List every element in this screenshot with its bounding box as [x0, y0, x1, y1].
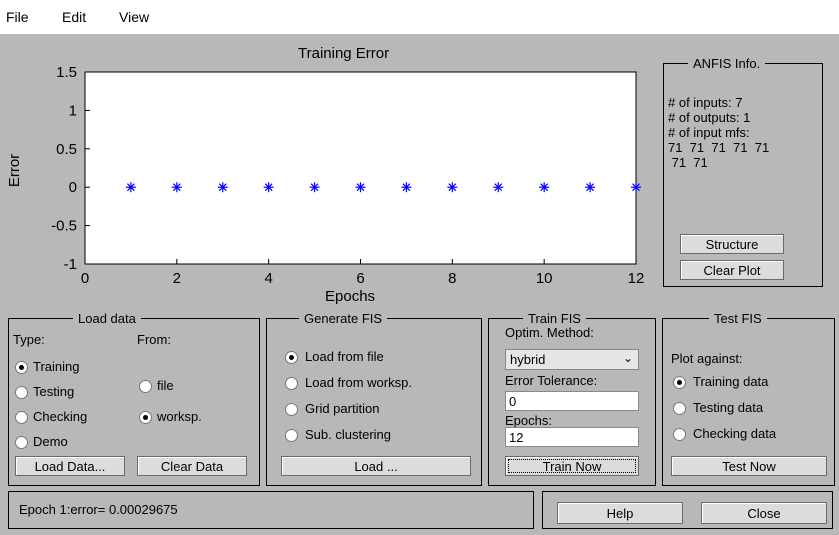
- source-workspace-label: worksp.: [157, 409, 202, 424]
- data-point: [631, 182, 641, 193]
- option-load-from-file: Load from file: [305, 349, 384, 364]
- test-fis-panel: Test FIS Plot against: Training data Tes…: [662, 311, 835, 486]
- type-testing-label: Testing: [33, 384, 75, 399]
- data-point: [171, 182, 182, 193]
- generate-fis-panel: Generate FIS Load from file Load from wo…: [266, 311, 482, 486]
- train-fis-panel: Train FIS Optim. Method: hybrid ⌄ Error …: [488, 311, 656, 486]
- x-tick-label: 2: [173, 270, 181, 287]
- status-message: Epoch 1:error= 0.00029675: [19, 502, 178, 517]
- training-data-label: Training data: [693, 374, 769, 389]
- menu-file[interactable]: File: [6, 9, 29, 25]
- optim-method-value: hybrid: [510, 352, 546, 367]
- clear-data-button[interactable]: Clear Data: [137, 456, 247, 476]
- plot-area: [84, 71, 637, 265]
- close-button[interactable]: Close: [701, 502, 827, 524]
- type-checking-label: Checking: [33, 409, 88, 424]
- anfis-info-line: # of inputs: 7: [668, 95, 743, 110]
- menu-view[interactable]: View: [119, 9, 149, 25]
- type-label: Type:: [13, 332, 45, 347]
- x-tick-label: 6: [356, 270, 364, 287]
- y-tick-label: 1.5: [56, 64, 77, 81]
- train-fis-title: Train FIS: [523, 311, 586, 326]
- menu-bar: File Edit View: [0, 0, 839, 34]
- x-tick-label: 4: [264, 270, 272, 287]
- radio-type-checking[interactable]: [15, 411, 28, 424]
- radio-testing-data[interactable]: [673, 402, 686, 415]
- data-point: [217, 182, 228, 193]
- status-panel: Epoch 1:error= 0.00029675: [8, 491, 534, 529]
- y-tick-label: -0.5: [51, 218, 77, 235]
- anfis-info-line: 71 71: [668, 155, 708, 170]
- x-tick-label: 12: [628, 270, 645, 287]
- data-point: [309, 182, 320, 193]
- x-tick-label: 8: [448, 270, 456, 287]
- radio-source-file[interactable]: [139, 380, 152, 393]
- radio-type-demo[interactable]: [15, 436, 28, 449]
- error-tolerance-input[interactable]: [505, 391, 639, 411]
- data-point: [493, 182, 504, 193]
- radio-training-data[interactable]: [673, 376, 686, 389]
- y-tick-label: 0.5: [56, 141, 77, 158]
- anfis-info-panel: ANFIS Info. # of inputs: 7 # of outputs: …: [663, 56, 823, 287]
- test-fis-title: Test FIS: [709, 311, 767, 326]
- data-point: [263, 182, 274, 193]
- train-now-button[interactable]: Train Now: [505, 456, 639, 476]
- optim-method-select[interactable]: hybrid ⌄: [505, 349, 639, 370]
- option-load-from-workspace: Load from worksp.: [305, 375, 412, 390]
- data-point: [355, 182, 366, 193]
- radio-checking-data[interactable]: [673, 428, 686, 441]
- from-label: From:: [137, 332, 171, 347]
- anfis-info-line: 71 71 71 71 71: [668, 140, 770, 155]
- testing-data-label: Testing data: [693, 400, 764, 415]
- option-sub-clustering: Sub. clustering: [305, 427, 391, 442]
- epochs-input[interactable]: [505, 427, 639, 447]
- chevron-down-icon: ⌄: [622, 351, 633, 365]
- type-demo-label: Demo: [33, 434, 68, 449]
- anfis-editor-window: Training Error Error Epochs 1.5 1 0.5 0 -0.5…: [0, 34, 839, 535]
- load-data-button[interactable]: Load Data...: [15, 456, 125, 476]
- anfis-info-text: # of inputs: 7 # of outputs: 1 # of input …: [668, 95, 769, 170]
- radio-load-from-workspace[interactable]: [285, 377, 298, 390]
- training-error-plot: 1.510.50-0.5-10 2 4 6 8 10 12: [51, 64, 645, 287]
- load-data-title: Load data: [73, 311, 141, 326]
- x-tick-label: 0: [81, 270, 89, 287]
- error-tolerance-label: Error Tolerance:: [505, 373, 598, 388]
- clear-plot-button[interactable]: Clear Plot: [680, 260, 784, 280]
- source-file-label: file: [157, 378, 174, 393]
- help-button[interactable]: Help: [557, 502, 683, 524]
- option-grid-partition: Grid partition: [305, 401, 380, 416]
- bottom-buttons-panel: Help Close: [542, 491, 833, 529]
- anfis-info-line: # of input mfs:: [668, 125, 750, 140]
- y-tick-label: 1: [69, 102, 77, 119]
- load-data-panel: Load data Type: From: Training Testing C…: [8, 311, 260, 486]
- structure-button[interactable]: Structure: [680, 234, 784, 254]
- load-fis-button[interactable]: Load ...: [281, 456, 471, 476]
- data-point: [447, 182, 458, 193]
- y-tick-label: -1: [64, 256, 77, 273]
- generate-fis-title: Generate FIS: [299, 311, 388, 326]
- anfis-info-title: ANFIS Info.: [688, 56, 766, 71]
- radio-type-training[interactable]: [15, 361, 28, 374]
- data-point: [401, 182, 412, 193]
- anfis-info-line: # of outputs: 1: [668, 110, 751, 125]
- menu-edit[interactable]: Edit: [62, 9, 86, 25]
- type-training-label: Training: [33, 359, 80, 374]
- radio-grid-partition[interactable]: [285, 403, 298, 416]
- radio-source-workspace[interactable]: [139, 411, 152, 424]
- data-point: [125, 182, 136, 193]
- data-point: [585, 182, 596, 193]
- radio-load-from-file[interactable]: [285, 351, 298, 364]
- epochs-label: Epochs:: [505, 413, 552, 428]
- y-tick-label: 0: [69, 179, 77, 196]
- optim-method-label: Optim. Method:: [505, 325, 594, 340]
- data-point: [539, 182, 550, 193]
- checking-data-label: Checking data: [693, 426, 777, 441]
- radio-sub-clustering[interactable]: [285, 429, 298, 442]
- test-now-button[interactable]: Test Now: [671, 456, 827, 476]
- x-tick-label: 10: [536, 270, 553, 287]
- plot-against-label: Plot against:: [671, 351, 743, 366]
- radio-type-testing[interactable]: [15, 386, 28, 399]
